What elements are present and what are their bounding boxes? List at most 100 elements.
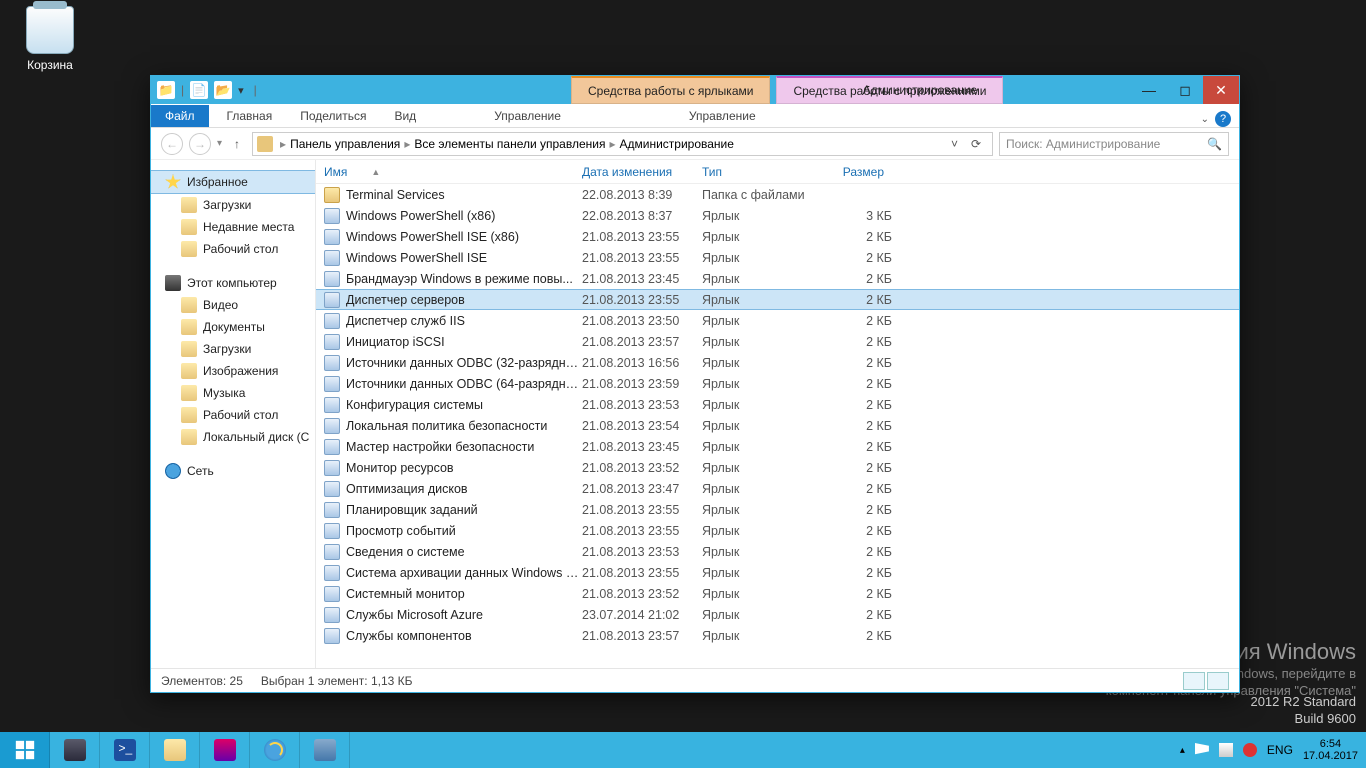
qa-properties-icon[interactable]: 📄 bbox=[190, 81, 208, 99]
sidebar-favorites[interactable]: Избранное bbox=[151, 170, 315, 194]
sidebar-item[interactable]: Музыка bbox=[151, 382, 315, 404]
taskbar-server-manager[interactable] bbox=[50, 732, 100, 768]
file-icon bbox=[324, 607, 340, 623]
taskbar-app2[interactable] bbox=[300, 732, 350, 768]
file-row[interactable]: Система архивации данных Windows S...21.… bbox=[316, 562, 1239, 583]
file-row[interactable]: Windows PowerShell (x86)22.08.2013 8:37Я… bbox=[316, 205, 1239, 226]
sidebar-item[interactable]: Рабочий стол bbox=[151, 238, 315, 260]
ribbon-expand-icon[interactable]: ⌄ bbox=[1201, 114, 1209, 125]
tab-view[interactable]: Вид bbox=[380, 105, 430, 127]
breadcrumb[interactable]: ▸ Панель управления ▸ Все элементы панел… bbox=[252, 132, 993, 156]
file-row[interactable]: Службы компонентов21.08.2013 23:57Ярлык2… bbox=[316, 625, 1239, 646]
close-button[interactable]: ✕ bbox=[1203, 76, 1239, 104]
tray-volume-icon[interactable] bbox=[1243, 743, 1257, 757]
file-icon bbox=[324, 313, 340, 329]
back-button[interactable]: ← bbox=[161, 133, 183, 155]
sidebar-item[interactable]: Недавние места bbox=[151, 216, 315, 238]
file-list[interactable]: Terminal Services22.08.2013 8:39Папка с … bbox=[316, 184, 1239, 668]
tray-clock[interactable]: 6:54 17.04.2017 bbox=[1303, 738, 1358, 762]
recycle-bin[interactable]: Корзина bbox=[14, 6, 86, 72]
sidebar-item[interactable]: Рабочий стол bbox=[151, 404, 315, 426]
file-row[interactable]: Монитор ресурсов21.08.2013 23:52Ярлык2 К… bbox=[316, 457, 1239, 478]
tray-network-icon[interactable] bbox=[1219, 743, 1233, 757]
file-row[interactable]: Службы Microsoft Azure23.07.2014 21:02Яр… bbox=[316, 604, 1239, 625]
file-icon bbox=[324, 334, 340, 350]
tray-flag-icon[interactable] bbox=[1195, 743, 1209, 757]
tray-language[interactable]: ENG bbox=[1267, 743, 1293, 757]
forward-button[interactable]: → bbox=[189, 133, 211, 155]
sidebar-item[interactable]: Видео bbox=[151, 294, 315, 316]
sidebar-item[interactable]: Изображения bbox=[151, 360, 315, 382]
file-row[interactable]: Диспетчер серверов21.08.2013 23:55Ярлык2… bbox=[316, 289, 1239, 310]
ribbon: Файл Главная Поделиться Вид Управление У… bbox=[151, 104, 1239, 128]
search-icon: 🔍 bbox=[1207, 137, 1222, 151]
file-icon bbox=[324, 187, 340, 203]
tab-home[interactable]: Главная bbox=[213, 105, 287, 127]
recycle-bin-icon bbox=[26, 6, 74, 54]
sidebar-this-pc[interactable]: Этот компьютер bbox=[151, 272, 315, 294]
breadcrumb-dropdown-icon[interactable]: ˅ bbox=[947, 137, 962, 151]
tab-file[interactable]: Файл bbox=[151, 105, 209, 127]
file-icon bbox=[324, 586, 340, 602]
sidebar-item[interactable]: Загрузки bbox=[151, 338, 315, 360]
app-icon[interactable]: 📁 bbox=[157, 81, 175, 99]
minimize-button[interactable]: — bbox=[1131, 76, 1167, 104]
file-icon bbox=[324, 460, 340, 476]
file-row[interactable]: Windows PowerShell ISE21.08.2013 23:55Яр… bbox=[316, 247, 1239, 268]
file-icon bbox=[324, 523, 340, 539]
folder-icon bbox=[257, 136, 273, 152]
view-details-button[interactable] bbox=[1183, 672, 1205, 690]
file-row[interactable]: Локальная политика безопасности21.08.201… bbox=[316, 415, 1239, 436]
file-row[interactable]: Мастер настройки безопасности21.08.2013 … bbox=[316, 436, 1239, 457]
file-row[interactable]: Планировщик заданий21.08.2013 23:55Ярлык… bbox=[316, 499, 1239, 520]
window-title: Администрирование bbox=[413, 83, 977, 97]
sidebar-item[interactable]: Локальный диск (C bbox=[151, 426, 315, 448]
file-icon bbox=[324, 628, 340, 644]
tray-arrow-icon[interactable]: ▴ bbox=[1180, 745, 1185, 756]
file-row[interactable]: Источники данных ODBC (64-разрядна...21.… bbox=[316, 373, 1239, 394]
taskbar-explorer[interactable] bbox=[150, 732, 200, 768]
refresh-button[interactable]: ⟳ bbox=[964, 137, 988, 151]
file-row[interactable]: Источники данных ODBC (32-разрядна...21.… bbox=[316, 352, 1239, 373]
file-row[interactable]: Инициатор iSCSI21.08.2013 23:57Ярлык2 КБ bbox=[316, 331, 1239, 352]
file-icon bbox=[324, 544, 340, 560]
title-bar[interactable]: 📁 | 📄 📂 ▾ | Средства работы с ярлыками С… bbox=[151, 76, 1239, 104]
view-icons-button[interactable] bbox=[1207, 672, 1229, 690]
crumb-all-items[interactable]: Все элементы панели управления bbox=[414, 137, 605, 151]
crumb-control-panel[interactable]: Панель управления bbox=[290, 137, 400, 151]
sidebar-item[interactable]: Документы bbox=[151, 316, 315, 338]
file-icon bbox=[324, 502, 340, 518]
sidebar-network[interactable]: Сеть bbox=[151, 460, 315, 482]
file-icon bbox=[324, 439, 340, 455]
file-row[interactable]: Просмотр событий21.08.2013 23:55Ярлык2 К… bbox=[316, 520, 1239, 541]
file-icon bbox=[324, 250, 340, 266]
taskbar-ie[interactable] bbox=[250, 732, 300, 768]
taskbar-app1[interactable] bbox=[200, 732, 250, 768]
tab-share[interactable]: Поделиться bbox=[286, 105, 380, 127]
search-input[interactable]: Поиск: Администрирование 🔍 bbox=[999, 132, 1229, 156]
start-button[interactable] bbox=[0, 732, 50, 768]
file-icon bbox=[324, 565, 340, 581]
file-row[interactable]: Брандмауэр Windows в режиме повы...21.08… bbox=[316, 268, 1239, 289]
file-row[interactable]: Сведения о системе21.08.2013 23:53Ярлык2… bbox=[316, 541, 1239, 562]
file-row[interactable]: Конфигурация системы21.08.2013 23:53Ярлы… bbox=[316, 394, 1239, 415]
column-headers[interactable]: Имя▲ Дата изменения Тип Размер bbox=[316, 160, 1239, 184]
file-icon bbox=[324, 418, 340, 434]
crumb-admin-tools[interactable]: Администрирование bbox=[620, 137, 734, 151]
file-icon bbox=[324, 208, 340, 224]
taskbar-powershell[interactable]: >_ bbox=[100, 732, 150, 768]
recycle-bin-label: Корзина bbox=[14, 58, 86, 72]
file-row[interactable]: Terminal Services22.08.2013 8:39Папка с … bbox=[316, 184, 1239, 205]
maximize-button[interactable]: ◻ bbox=[1167, 76, 1203, 104]
up-button[interactable]: ↑ bbox=[228, 135, 246, 153]
file-row[interactable]: Диспетчер служб IIS21.08.2013 23:50Ярлык… bbox=[316, 310, 1239, 331]
qa-newfolder-icon[interactable]: 📂 bbox=[214, 81, 232, 99]
file-row[interactable]: Оптимизация дисков21.08.2013 23:47Ярлык2… bbox=[316, 478, 1239, 499]
help-icon[interactable]: ? bbox=[1215, 111, 1231, 127]
file-row[interactable]: Windows PowerShell ISE (x86)21.08.2013 2… bbox=[316, 226, 1239, 247]
sidebar-item[interactable]: Загрузки bbox=[151, 194, 315, 216]
tab-manage-app[interactable]: Управление bbox=[675, 105, 770, 127]
file-row[interactable]: Системный монитор21.08.2013 23:52Ярлык2 … bbox=[316, 583, 1239, 604]
tab-manage-shortcut[interactable]: Управление bbox=[480, 105, 575, 127]
status-selection: Выбран 1 элемент: 1,13 КБ bbox=[261, 674, 413, 688]
